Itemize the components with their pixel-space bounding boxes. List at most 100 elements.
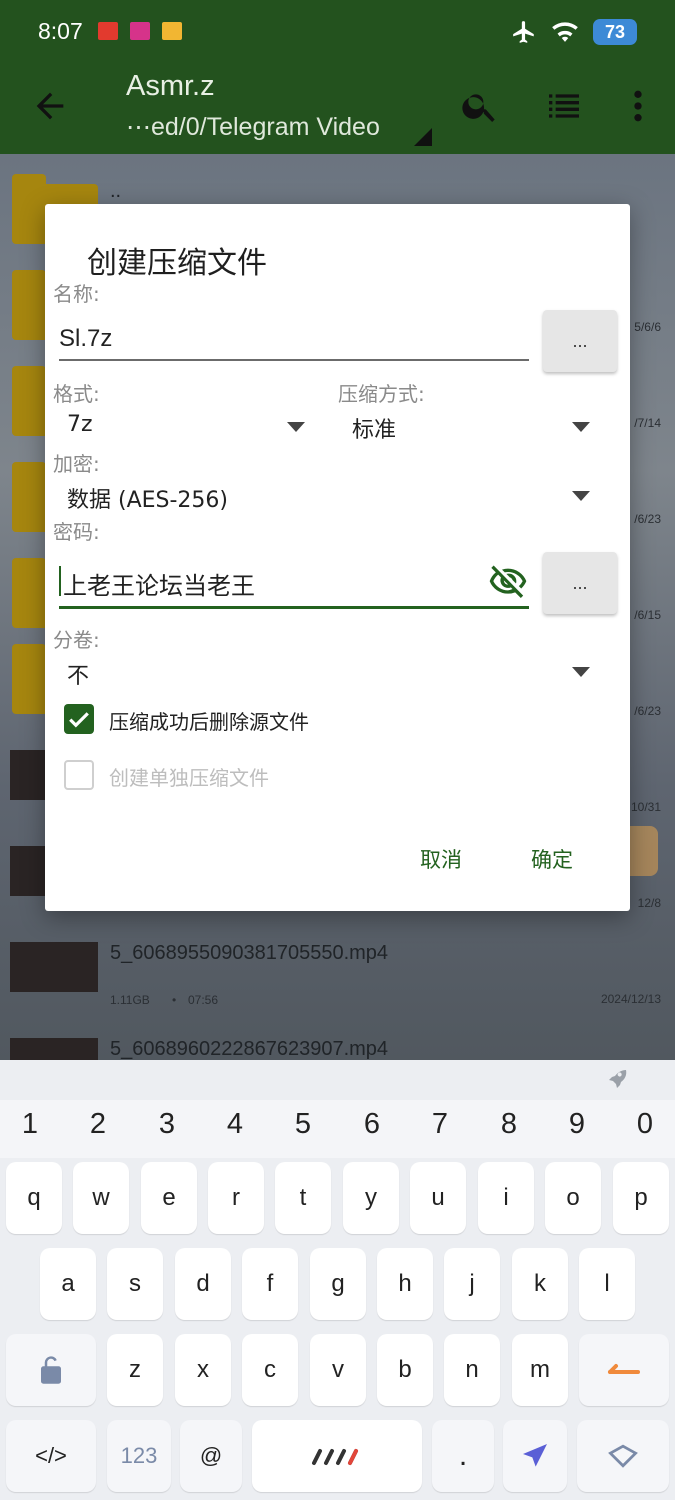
key-w[interactable]: w (73, 1162, 129, 1234)
more-vert-icon[interactable] (618, 86, 658, 126)
notification-app-icon (98, 22, 118, 40)
keyboard-toolbar (0, 1060, 675, 1098)
file-name[interactable]: 5_6068955090381705550.mp4 (110, 942, 388, 965)
separate-archive-checkbox[interactable] (64, 760, 94, 790)
key-j[interactable]: j (444, 1248, 500, 1320)
key-7[interactable]: 7 (408, 1108, 472, 1141)
key-n[interactable]: n (444, 1334, 500, 1406)
key-u[interactable]: u (410, 1162, 466, 1234)
notification-app-icon (130, 22, 150, 40)
folder-title: Asmr.z (126, 70, 215, 102)
key-3[interactable]: 3 (135, 1108, 199, 1141)
key-l[interactable]: l (579, 1248, 635, 1320)
meta-separator: • (172, 993, 177, 1007)
key-c[interactable]: c (242, 1334, 298, 1406)
list-view-icon[interactable] (544, 86, 584, 126)
browse-name-button[interactable]: ... (543, 310, 617, 372)
folder-path[interactable]: ⋯ed/0/Telegram Video (126, 112, 380, 142)
file-duration: 07:56 (188, 993, 219, 1007)
separate-archive-label[interactable]: 创建单独压缩文件 (109, 762, 269, 791)
split-dropdown-icon[interactable] (572, 667, 590, 677)
key-q[interactable]: q (6, 1162, 62, 1234)
key-1[interactable]: 1 (0, 1108, 62, 1141)
key-e[interactable]: e (141, 1162, 197, 1234)
delete-source-checkbox[interactable] (64, 704, 94, 734)
create-archive-dialog: 创建压缩文件 名称: Sl.7z ... 格式: 7z 压缩方式: 标准 加密:… (45, 204, 630, 911)
space-key[interactable] (252, 1420, 422, 1492)
file-date: /6/23 (634, 704, 661, 718)
check-icon (69, 712, 89, 728)
key-f[interactable]: f (242, 1248, 298, 1320)
status-time: 8:07 (38, 18, 83, 44)
key-t[interactable]: t (275, 1162, 331, 1234)
key-a[interactable]: a (40, 1248, 96, 1320)
key-2[interactable]: 2 (66, 1108, 130, 1141)
ok-button[interactable]: 确定 (531, 844, 573, 874)
backspace-key[interactable] (579, 1334, 669, 1406)
file-date: /6/23 (634, 512, 661, 526)
key-x[interactable]: x (175, 1334, 231, 1406)
key-y[interactable]: y (343, 1162, 399, 1234)
parent-folder-label: .. (110, 180, 122, 202)
method-dropdown-icon[interactable] (572, 422, 590, 432)
wifi-icon (552, 22, 578, 42)
key-d[interactable]: d (175, 1248, 231, 1320)
key-9[interactable]: 9 (545, 1108, 609, 1141)
password-options-button[interactable]: ... (543, 552, 617, 614)
backspace-icon (608, 1364, 640, 1374)
split-label: 分卷: (53, 628, 100, 652)
video-thumbnail[interactable] (10, 942, 98, 992)
file-date: 2024/12/13 (600, 992, 661, 1006)
at-key[interactable]: @ (180, 1420, 242, 1492)
key-8[interactable]: 8 (477, 1108, 541, 1141)
method-label: 压缩方式: (338, 382, 425, 406)
cancel-button[interactable]: 取消 (420, 844, 462, 874)
number-row: 1 2 3 4 5 6 7 8 9 0 (0, 1100, 675, 1158)
hide-keyboard-key[interactable] (577, 1420, 669, 1492)
format-select[interactable]: 7z (67, 412, 93, 437)
send-key[interactable] (503, 1420, 567, 1492)
video-thumbnail[interactable] (10, 1038, 98, 1060)
method-select[interactable]: 标准 (352, 412, 396, 444)
keyboard-hide-icon (608, 1444, 638, 1468)
key-m[interactable]: m (512, 1334, 568, 1406)
key-0[interactable]: 0 (613, 1108, 675, 1141)
key-r[interactable]: r (208, 1162, 264, 1234)
file-name[interactable]: 5_6068960222867623907.mp4 (110, 1038, 388, 1060)
app-bar: Asmr.z ⋯ed/0/Telegram Video (0, 62, 675, 154)
encrypt-dropdown-icon[interactable] (572, 491, 590, 501)
key-6[interactable]: 6 (340, 1108, 404, 1141)
search-icon[interactable] (460, 86, 500, 126)
numbers-key[interactable]: 123 (107, 1420, 171, 1492)
key-z[interactable]: z (107, 1334, 163, 1406)
period-key[interactable]: . (432, 1420, 494, 1492)
name-input-underline (59, 359, 529, 361)
file-date: /6/15 (634, 608, 661, 622)
key-k[interactable]: k (512, 1248, 568, 1320)
file-date: 5/6/6 (634, 320, 661, 334)
key-5[interactable]: 5 (271, 1108, 335, 1141)
split-select[interactable]: 不 (67, 658, 89, 690)
key-i[interactable]: i (478, 1162, 534, 1234)
key-b[interactable]: b (377, 1334, 433, 1406)
key-v[interactable]: v (310, 1334, 366, 1406)
mail-icon (162, 22, 182, 40)
code-key[interactable]: </> (6, 1420, 96, 1492)
encrypt-select[interactable]: 数据 (AES-256) (67, 482, 228, 514)
key-4[interactable]: 4 (203, 1108, 267, 1141)
password-input[interactable]: 上老王论坛当老王 (63, 566, 255, 601)
key-s[interactable]: s (107, 1248, 163, 1320)
back-arrow-icon[interactable] (30, 86, 70, 126)
visibility-off-icon[interactable] (488, 562, 528, 602)
rocket-icon[interactable] (606, 1066, 630, 1090)
shift-key[interactable] (6, 1334, 96, 1406)
key-h[interactable]: h (377, 1248, 433, 1320)
key-o[interactable]: o (545, 1162, 601, 1234)
key-p[interactable]: p (613, 1162, 669, 1234)
format-dropdown-icon[interactable] (287, 422, 305, 432)
encrypt-label: 加密: (53, 452, 100, 476)
archive-name-input[interactable]: Sl.7z (59, 325, 112, 353)
path-dropdown-icon[interactable] (414, 128, 432, 146)
key-g[interactable]: g (310, 1248, 366, 1320)
delete-source-label[interactable]: 压缩成功后删除源文件 (109, 706, 309, 735)
